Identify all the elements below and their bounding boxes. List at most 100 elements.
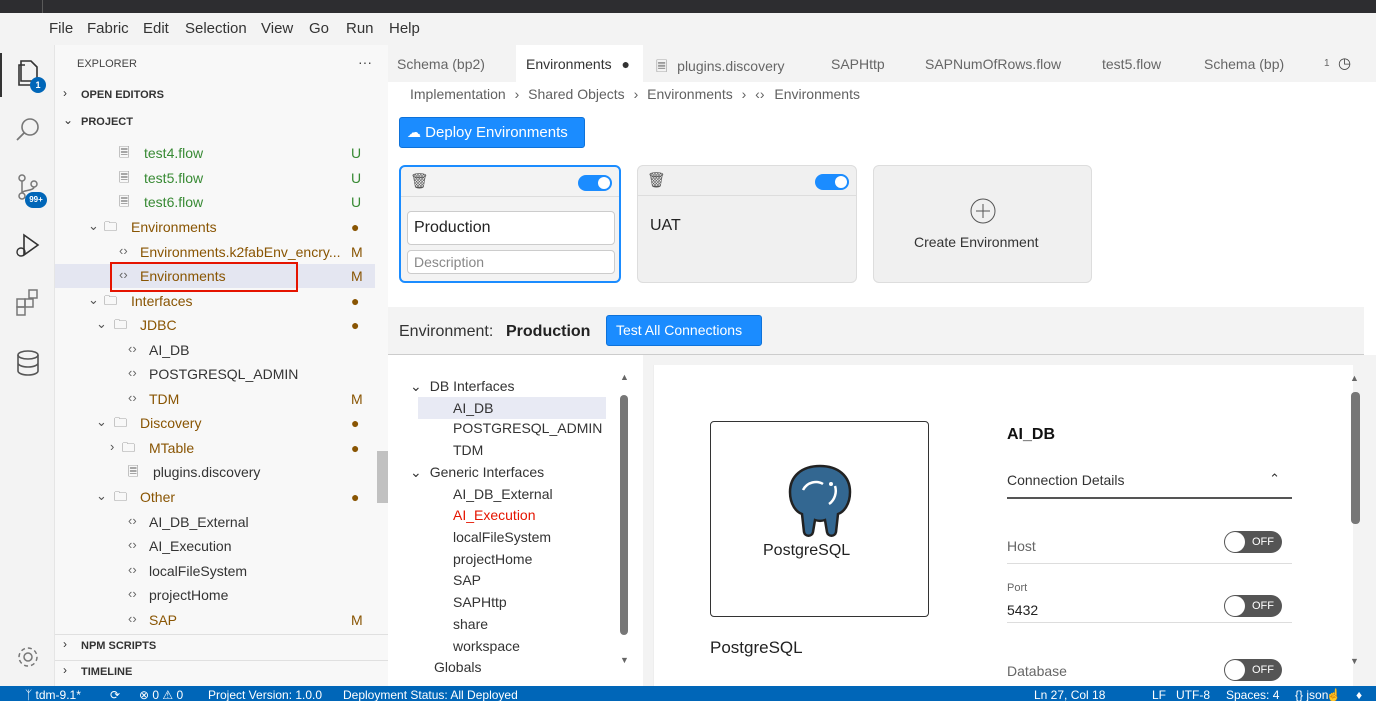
database-override-toggle[interactable]: OFF — [1224, 659, 1282, 681]
env-name-input[interactable]: Production — [407, 211, 615, 245]
env-description-input[interactable]: Description — [407, 250, 615, 274]
tree-item-test6-flow[interactable]: 🗏 test6.flow U — [55, 190, 375, 214]
menu-run[interactable]: Run — [346, 20, 374, 37]
details-scrollbar[interactable] — [1351, 392, 1360, 524]
tree-folder-jdbc[interactable]: ⌄ 🗀 JDBC ● — [55, 313, 375, 337]
database-icon[interactable] — [12, 347, 44, 379]
tree-folder-environments[interactable]: ⌄ 🗀 Environments ● — [55, 215, 375, 239]
tab-environments[interactable]: Environments ● — [516, 45, 643, 82]
port-field[interactable]: Port 5432 OFF — [1007, 575, 1292, 623]
tree-item[interactable]: workspace — [453, 638, 520, 654]
notifications-bell-icon[interactable]: ♦ — [1356, 686, 1362, 701]
tree-item-environments-encrypted[interactable]: ‹› Environments.k2fabEnv_encry... M — [55, 240, 375, 264]
line-ending[interactable]: LF — [1152, 686, 1166, 701]
breadcrumb-item[interactable]: Shared Objects — [528, 86, 625, 102]
menu-view[interactable]: View — [261, 20, 293, 37]
tree-item-test5-flow[interactable]: 🗏 test5.flow U — [55, 166, 375, 190]
tree-folder-other[interactable]: ⌄ 🗀 Other ● — [55, 485, 375, 509]
tree-item[interactable]: SAPHttp — [453, 594, 507, 610]
tree-item-ai-db-external[interactable]: ‹› AI_DB_External — [55, 510, 375, 534]
tree-item[interactable]: share — [453, 616, 488, 632]
tree-item-ai-db-selected[interactable]: AI_DB — [418, 397, 606, 419]
tab-plugins-discovery[interactable]: 🗏 plugins.discovery — [656, 45, 806, 82]
tree-item[interactable]: TDM — [453, 442, 483, 458]
create-environment-card[interactable]: Create Environment — [873, 165, 1092, 283]
tree-folder-discovery[interactable]: ⌄ 🗀 Discovery ● — [55, 411, 375, 435]
trash-icon[interactable]: 🗑 — [647, 171, 666, 189]
indentation[interactable]: Spaces: 4 — [1226, 686, 1279, 701]
menu-file[interactable]: File — [49, 20, 73, 37]
tree-folder-mtable[interactable]: › 🗀 MTable ● — [55, 436, 375, 460]
sidebar-scrollbar[interactable] — [377, 451, 388, 503]
scroll-up-arrow-icon[interactable]: ▲ — [620, 372, 629, 382]
project-section[interactable]: ⌄ PROJECT — [55, 111, 388, 133]
scroll-down-arrow-icon[interactable]: ▼ — [620, 655, 629, 665]
port-override-toggle[interactable]: OFF — [1224, 595, 1282, 617]
env-enabled-toggle[interactable] — [578, 175, 612, 191]
trash-icon[interactable]: 🗑 — [410, 172, 429, 190]
menu-selection[interactable]: Selection — [185, 20, 247, 37]
cursor-position[interactable]: Ln 27, Col 18 — [1034, 686, 1105, 701]
run-debug-icon[interactable] — [12, 229, 44, 261]
tab-sapnumofrows[interactable]: SAPNumOfRows.flow — [925, 45, 1075, 82]
language-mode[interactable]: {} json — [1295, 686, 1328, 701]
env-card-uat[interactable]: 🗑 UAT — [637, 165, 857, 283]
tree-item[interactable]: AI_DB_External — [453, 486, 553, 502]
sync-icon[interactable]: ⟳ — [110, 686, 120, 701]
tree-item-ai-execution[interactable]: ‹› AI_Execution — [55, 534, 375, 558]
history-icon[interactable]: ◷ — [1338, 45, 1362, 82]
menu-help[interactable]: Help — [389, 20, 420, 37]
host-field[interactable]: Host OFF — [1007, 516, 1292, 564]
tree-item[interactable]: POSTGRESQL_ADMIN — [453, 420, 602, 436]
deployment-status[interactable]: Deployment Status: All Deployed — [343, 686, 518, 701]
scroll-up-arrow-icon[interactable]: ▲ — [1350, 373, 1359, 383]
scroll-down-arrow-icon[interactable]: ▼ — [1350, 656, 1359, 666]
search-icon[interactable] — [12, 114, 44, 146]
tab-schema-bp2[interactable]: Schema (bp2) — [397, 45, 509, 82]
test-all-connections-button[interactable]: Test All Connections — [606, 315, 762, 346]
tab-saphttp[interactable]: SAPHttp — [831, 45, 901, 82]
tree-group-globals[interactable]: Globals — [434, 659, 481, 675]
feedback-icon[interactable]: ☝ — [1326, 686, 1341, 701]
tree-item-tdm[interactable]: ‹› TDM M — [55, 387, 375, 411]
tree-item-ai-db[interactable]: ‹› AI_DB — [55, 338, 375, 362]
tree-item-postgresql-admin[interactable]: ‹› POSTGRESQL_ADMIN — [55, 362, 375, 386]
tree-item[interactable]: SAP — [453, 572, 481, 588]
menu-fabric[interactable]: Fabric — [87, 20, 129, 37]
tab-schema-bp[interactable]: Schema (bp) — [1204, 45, 1304, 82]
tree-folder-interfaces[interactable]: ⌄ 🗀 Interfaces ● — [55, 289, 375, 313]
tree-group-generic-interfaces[interactable]: ⌄ Generic Interfaces — [410, 464, 544, 481]
tab-test5-flow[interactable]: test5.flow — [1102, 45, 1182, 82]
settings-gear-icon[interactable] — [12, 641, 44, 673]
tree-item-error[interactable]: AI_Execution — [453, 507, 536, 523]
tree-item-projecthome[interactable]: ‹› projectHome — [55, 583, 375, 607]
tree-item[interactable]: localFileSystem — [453, 529, 551, 545]
npm-scripts-section[interactable]: › NPM SCRIPTS — [55, 634, 388, 656]
tree-item-sap[interactable]: ‹› SAP M — [55, 608, 375, 632]
interface-tree-scrollbar[interactable] — [620, 395, 628, 635]
extensions-icon[interactable] — [12, 286, 44, 318]
breadcrumb-item[interactable]: Environments — [774, 86, 860, 102]
breadcrumb-item[interactable]: Environments — [647, 86, 733, 102]
timeline-section[interactable]: › TIMELINE — [55, 660, 388, 682]
database-field[interactable]: Database OFF — [1007, 635, 1292, 686]
encoding[interactable]: UTF-8 — [1176, 686, 1210, 701]
menu-go[interactable]: Go — [309, 20, 329, 37]
menu-edit[interactable]: Edit — [143, 20, 169, 37]
connection-details-section[interactable]: Connection Details ⌃ — [1007, 463, 1292, 499]
tree-item[interactable]: projectHome — [453, 551, 532, 567]
tree-item-test4-flow[interactable]: 🗏 test4.flow U — [55, 141, 375, 165]
host-override-toggle[interactable]: OFF — [1224, 531, 1282, 553]
tree-item-localfilesystem[interactable]: ‹› localFileSystem — [55, 559, 375, 583]
deploy-environments-button[interactable]: ☁ Deploy Environments — [399, 117, 585, 148]
unsaved-dot-icon[interactable]: ● — [621, 56, 629, 72]
problems-status[interactable]: ⊗ 0 ⚠ 0 — [139, 686, 183, 701]
tree-group-db-interfaces[interactable]: ⌄ DB Interfaces — [410, 378, 515, 395]
tree-item-plugins-discovery[interactable]: 🗏 plugins.discovery — [55, 460, 375, 484]
env-enabled-toggle[interactable] — [815, 174, 849, 190]
env-card-production[interactable]: 🗑 Production Description — [399, 165, 621, 283]
branch-status[interactable]: ᛉ tdm-9.1* — [25, 686, 81, 701]
breadcrumb-item[interactable]: Implementation — [410, 86, 506, 102]
open-editors-section[interactable]: › OPEN EDITORS — [55, 84, 388, 106]
more-actions-icon[interactable]: ··· — [358, 54, 372, 70]
